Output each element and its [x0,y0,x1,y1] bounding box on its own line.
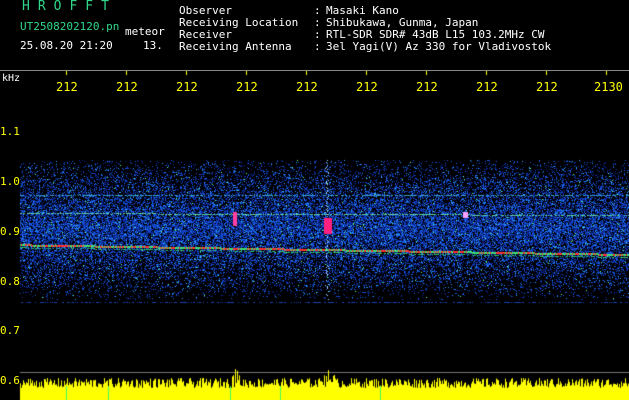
y-tick-label: 1.1 [0,125,20,138]
file-name: UT2508202120.pn [20,20,120,33]
x-tick-label: 212 [116,80,138,94]
y-tick-label: 0.8 [0,275,20,288]
meteor-count: 13. [143,39,163,52]
x-tick-label: 212 [176,80,198,94]
antenna-value: 3el Yagi(V) Az 330 for Vladivostok [326,40,552,53]
meteor-label: meteor [125,25,165,38]
x-tick-label: 212 [236,80,258,94]
y-tick-label: 0.6 [0,374,20,387]
x-tick-label: 212 [536,80,558,94]
datetime-label: 25.08.20 21:20 [20,39,113,52]
y-axis-unit: kHz [2,73,21,84]
x-tick-label: 2130 [594,80,623,94]
y-tick-label: 0.9 [0,225,20,238]
y-tick-label: 0.7 [0,324,20,337]
x-tick-label: 212 [296,80,318,94]
x-tick-label: 212 [416,80,438,94]
x-tick-label: 212 [476,80,498,94]
x-tick-label: 212 [356,80,378,94]
time-axis-line [0,70,629,71]
spectrogram-waterfall [0,0,629,400]
app-logo: HROFFT [22,0,117,14]
antenna-label: Receiving Antenna [179,40,292,53]
x-tick-label: 212 [56,80,78,94]
y-tick-label: 1.0 [0,175,20,188]
info-colon: : [314,40,321,53]
